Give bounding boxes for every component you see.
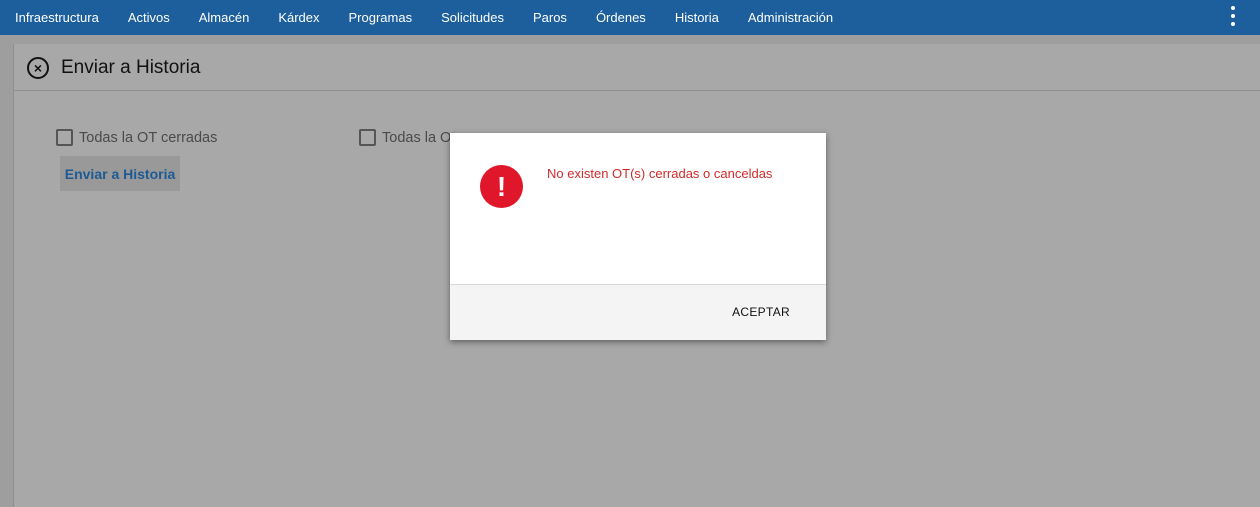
second-ot-label: Todas la O [382, 129, 452, 146]
nav-kardex[interactable]: Kárdex [264, 0, 334, 35]
nav-activos[interactable]: Activos [113, 0, 184, 35]
accept-button[interactable]: ACEPTAR [732, 301, 790, 323]
nav-almacen[interactable]: Almacén [184, 0, 264, 35]
nav-infraestructura[interactable]: Infraestructura [0, 0, 113, 35]
nav-ordenes[interactable]: Órdenes [581, 0, 660, 35]
dialog-footer: ACEPTAR [450, 285, 826, 340]
closed-ot-checkbox[interactable] [56, 129, 73, 146]
more-vertical-icon[interactable] [1230, 6, 1236, 26]
alert-icon: ! [480, 165, 523, 208]
nav-paros[interactable]: Paros [518, 0, 581, 35]
closed-ot-label: Todas la OT cerradas [79, 129, 218, 146]
send-to-history-button[interactable]: Enviar a Historia [60, 156, 180, 191]
page-title: Enviar a Historia [61, 57, 201, 78]
nav-historia[interactable]: Historia [660, 0, 733, 35]
panel-header: × Enviar a Historia [14, 44, 1260, 91]
close-circle-icon[interactable]: × [27, 57, 49, 79]
nav-programas[interactable]: Programas [334, 0, 427, 35]
checkbox-row-second: Todas la O [359, 129, 451, 146]
dialog-message: No existen OT(s) cerradas o canceldas [547, 166, 773, 181]
second-ot-checkbox[interactable] [359, 129, 376, 146]
checkbox-row-closed: Todas la OT cerradas [56, 129, 217, 146]
dialog-body: ! No existen OT(s) cerradas o canceldas [450, 133, 826, 285]
alert-dialog: ! No existen OT(s) cerradas o canceldas … [450, 133, 826, 340]
top-navigation-bar: Infraestructura Activos Almacén Kárdex P… [0, 0, 1260, 35]
nav-solicitudes[interactable]: Solicitudes [427, 0, 519, 35]
nav-administracion[interactable]: Administración [733, 0, 847, 35]
